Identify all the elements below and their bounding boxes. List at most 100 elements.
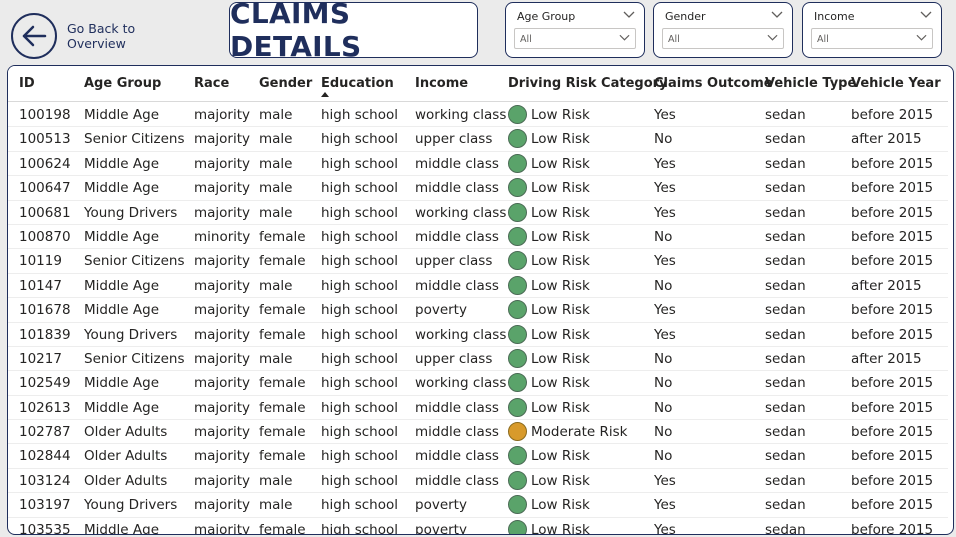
column-header-claims-outcome[interactable]: Claims Outcome <box>654 76 773 91</box>
cell-driving-risk-category: Low Risk <box>531 253 590 270</box>
table-row[interactable]: 102787 Older Adults majority female high sch… <box>8 420 948 445</box>
table-row[interactable]: 101839 Young Drivers majority female high sc… <box>8 323 948 347</box>
column-header-id[interactable]: ID <box>19 76 35 91</box>
cell-claims-outcome: Yes <box>654 155 676 172</box>
table-body: 100198 Middle Age majority male high school w… <box>8 103 948 535</box>
column-header-driving-risk-category[interactable]: Driving Risk Category <box>508 76 668 91</box>
cell-id: 100681 <box>19 204 71 221</box>
column-header-age-group[interactable]: Age Group <box>84 76 161 91</box>
cell-claims-outcome: Yes <box>654 180 676 197</box>
table-row[interactable]: 103535 Middle Age majority female high schoo… <box>8 518 948 535</box>
column-header-income[interactable]: Income <box>415 76 468 91</box>
cell-income: middle class <box>415 399 499 416</box>
cell-claims-outcome: No <box>654 131 673 148</box>
chevron-down-icon <box>619 34 630 41</box>
cell-driving-risk-category: Low Risk <box>531 204 590 221</box>
cell-claims-outcome: No <box>654 399 673 416</box>
cell-income: middle class <box>415 424 499 441</box>
back-label[interactable]: Go Back to Overview <box>67 21 191 51</box>
cell-age-group: Senior Citizens <box>84 350 185 367</box>
table-row[interactable]: 10147 Middle Age majority male high school mi… <box>8 274 948 299</box>
table-row[interactable]: 10217 Senior Citizens majority male high sch… <box>8 347 948 372</box>
cell-income: poverty <box>415 302 467 319</box>
table-row[interactable]: 100647 Middle Age majority male high school m… <box>8 176 948 201</box>
cell-driving-risk-category: Low Risk <box>531 350 590 367</box>
gender-dropdown[interactable]: All <box>662 28 784 49</box>
cell-race: majority <box>194 472 251 489</box>
low-risk-indicator-icon <box>508 519 527 534</box>
table-row[interactable]: 102549 Middle Age majority female high schoo… <box>8 371 948 396</box>
cell-vehicle-type: sedan <box>765 326 806 343</box>
chevron-down-icon[interactable] <box>771 11 783 19</box>
cell-vehicle-year: before 2015 <box>851 399 934 416</box>
cell-gender: female <box>259 424 306 441</box>
cell-income: upper class <box>415 253 493 270</box>
cell-vehicle-year: before 2015 <box>851 155 934 172</box>
cell-vehicle-type: sedan <box>765 107 806 123</box>
cell-age-group: Senior Citizens <box>84 131 185 148</box>
gender-slicer: Gender All <box>653 2 793 58</box>
title-card: CLAIMS DETAILS <box>229 0 478 63</box>
column-header-education[interactable]: Education <box>321 76 394 91</box>
slicer-value: All <box>520 34 532 45</box>
cell-race: majority <box>194 448 251 465</box>
cell-race: majority <box>194 277 251 294</box>
chevron-down-icon[interactable] <box>920 11 932 19</box>
cell-education: high school <box>321 399 399 416</box>
cell-education: high school <box>321 472 399 489</box>
cell-income: middle class <box>415 472 499 489</box>
table-row[interactable]: 101678 Middle Age majority female high schoo… <box>8 298 948 323</box>
cell-driving-risk-category: Low Risk <box>531 375 590 392</box>
cell-vehicle-type: sedan <box>765 448 806 465</box>
low-risk-indicator-icon <box>508 153 527 173</box>
cell-claims-outcome: Yes <box>654 302 676 319</box>
cell-vehicle-type: sedan <box>765 131 806 148</box>
cell-id: 102549 <box>19 375 71 392</box>
cell-vehicle-type: sedan <box>765 204 806 221</box>
slicer-title: Income <box>814 10 855 23</box>
cell-vehicle-type: sedan <box>765 228 806 245</box>
age-group-dropdown[interactable]: All <box>514 28 636 49</box>
cell-income: poverty <box>415 521 467 535</box>
cell-claims-outcome: Yes <box>654 326 676 343</box>
cell-vehicle-year: after 2015 <box>851 277 922 294</box>
back-to-overview-button[interactable]: Go Back to Overview <box>11 13 191 59</box>
cell-vehicle-type: sedan <box>765 155 806 172</box>
cell-gender: female <box>259 326 306 343</box>
table-row[interactable]: 103197 Young Drivers majority male high scho… <box>8 493 948 518</box>
cell-income: middle class <box>415 228 499 245</box>
table-row[interactable]: 100624 Middle Age majority male high school m… <box>8 152 948 177</box>
cell-income: working class <box>415 204 507 221</box>
table-row[interactable]: 103124 Older Adults majority male high schoo… <box>8 469 948 494</box>
low-risk-indicator-icon <box>508 495 527 515</box>
cell-claims-outcome: No <box>654 424 673 441</box>
cell-age-group: Middle Age <box>84 180 159 197</box>
table-row[interactable]: 100198 Middle Age majority male high school w… <box>8 103 948 128</box>
table-row[interactable]: 100681 Young Drivers majority male high scho… <box>8 201 948 225</box>
table-row[interactable]: 100870 Middle Age minority female high schoo… <box>8 225 948 250</box>
cell-claims-outcome: No <box>654 375 673 392</box>
cell-gender: male <box>259 180 293 197</box>
cell-vehicle-type: sedan <box>765 277 806 294</box>
cell-id: 10217 <box>19 350 62 367</box>
chevron-down-icon[interactable] <box>623 11 635 19</box>
table-row[interactable]: 10119 Senior Citizens majority female high s… <box>8 249 948 274</box>
income-dropdown[interactable]: All <box>811 28 933 49</box>
cell-claims-outcome: No <box>654 350 673 367</box>
column-header-vehicle-type[interactable]: Vehicle Type <box>765 76 856 91</box>
cell-education: high school <box>321 326 399 343</box>
cell-gender: female <box>259 253 306 270</box>
column-header-vehicle-year[interactable]: Vehicle Year <box>851 76 941 91</box>
low-risk-indicator-icon <box>508 226 527 246</box>
cell-education: high school <box>321 448 399 465</box>
cell-gender: male <box>259 204 293 221</box>
column-header-gender[interactable]: Gender <box>259 76 312 91</box>
cell-id: 103124 <box>19 472 71 489</box>
cell-race: majority <box>194 326 251 343</box>
column-header-race[interactable]: Race <box>194 76 229 91</box>
cell-race: majority <box>194 302 251 319</box>
table-row[interactable]: 102844 Older Adults majority female high sch… <box>8 444 948 469</box>
cell-vehicle-year: before 2015 <box>851 253 934 270</box>
table-row[interactable]: 100513 Senior Citizens majority male high sc… <box>8 127 948 152</box>
table-row[interactable]: 102613 Middle Age majority female high schoo… <box>8 396 948 421</box>
